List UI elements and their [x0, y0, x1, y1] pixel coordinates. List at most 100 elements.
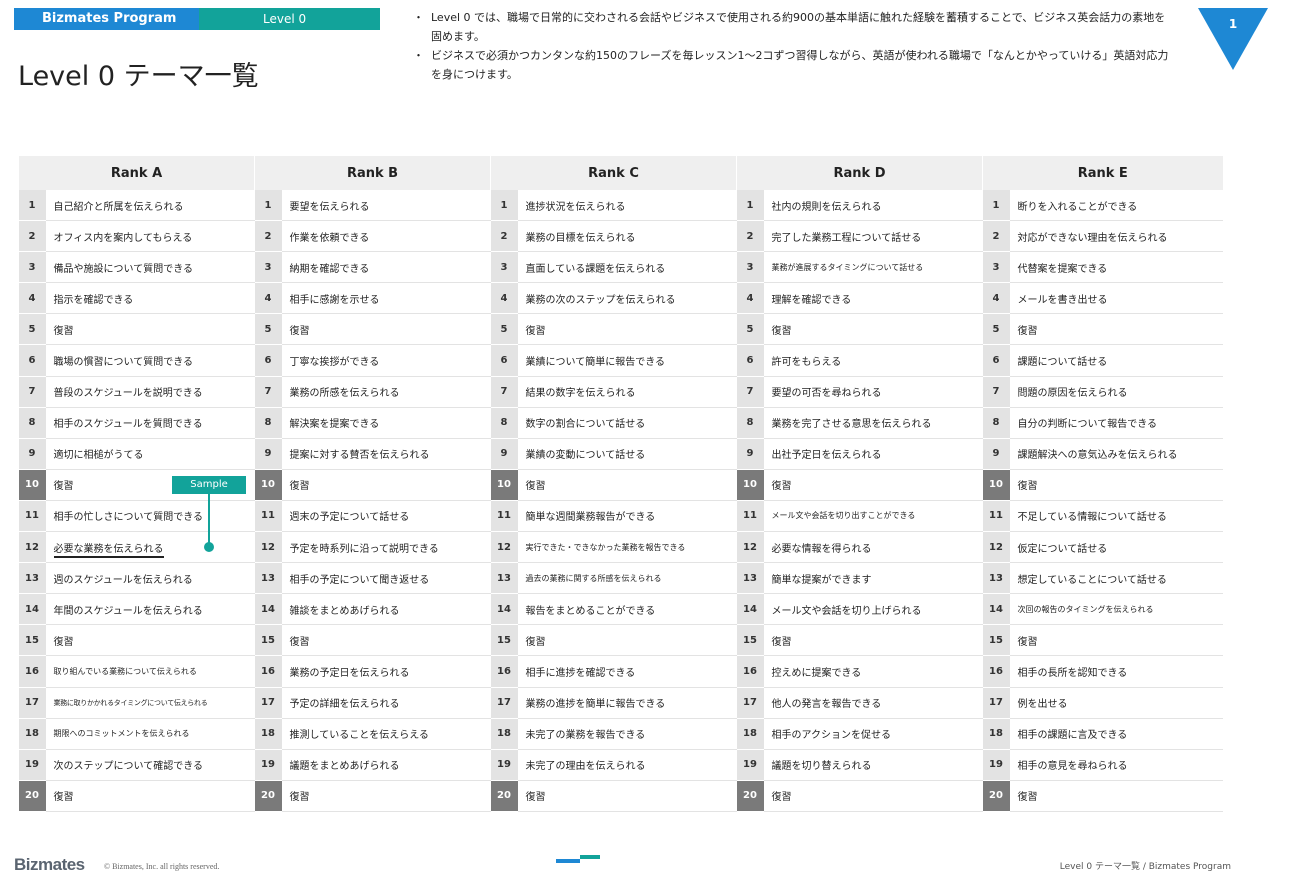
lesson-theme: 結果の数字を伝えられる — [517, 376, 737, 408]
lesson-number: 1 — [736, 190, 764, 222]
lesson-number: 4 — [18, 282, 46, 315]
lesson-number: 19 — [736, 749, 764, 781]
lesson-theme-text: 社内の規則を伝えられる — [771, 201, 882, 213]
lesson-theme-text: 復習 — [289, 636, 310, 648]
lesson-theme: 業務が進展するタイミングについて話せる — [763, 251, 983, 284]
lesson-theme: 課題解決への意気込みを伝えられる — [1009, 438, 1223, 470]
lesson-number: 9 — [490, 438, 518, 470]
program-name: Bizmates Program — [14, 8, 199, 30]
lesson-theme: 復習 — [1009, 313, 1223, 346]
lesson-number: 18 — [254, 718, 282, 750]
lesson-number: 16 — [982, 655, 1010, 688]
lesson-theme-text: 自己紹介と所属を伝えられる — [53, 201, 184, 213]
lesson-theme-text: メール文や会話を切り上げられる — [771, 605, 922, 617]
rank-header: Rank A — [18, 156, 255, 190]
program-badge: Bizmates Program Level 0 — [14, 8, 380, 30]
lesson-theme-text: 復習 — [525, 325, 546, 337]
lesson-theme: 必要な業務を伝えられる — [45, 531, 255, 564]
lesson-number: 14 — [736, 593, 764, 626]
lesson-number: 11 — [736, 500, 764, 533]
lesson-theme: 解決案を提案できる — [281, 407, 491, 439]
lesson-number: 20 — [254, 780, 282, 812]
lesson-number: 3 — [18, 251, 46, 284]
lesson-theme-text: 過去の業務に関する所感を伝えられる — [525, 573, 662, 583]
lesson-number: 14 — [982, 593, 1010, 626]
copyright-text: © Bizmates, Inc. all rights reserved. — [104, 862, 220, 871]
description-text: ビジネスで必須かつカンタンな約150のフレーズを毎レッスン1〜2コずつ習得しなが… — [431, 49, 1169, 81]
lesson-theme: 必要な情報を得られる — [763, 531, 983, 564]
lesson-number: 6 — [490, 344, 518, 377]
lesson-number: 7 — [18, 376, 46, 408]
lesson-theme-text: 週のスケジュールを伝えられる — [53, 574, 193, 586]
lesson-theme: 復習 — [517, 469, 737, 501]
lesson-theme: 業務の次のステップを伝えられる — [517, 282, 737, 315]
lesson-number: 4 — [490, 282, 518, 315]
lesson-number: 6 — [982, 344, 1010, 377]
lesson-theme-text: 必要な業務を伝えられる — [53, 543, 164, 558]
table-row: 15 復習 15 復習 15 復習 15 復習 15 復習 — [18, 624, 1223, 657]
lesson-theme: 控えめに提案できる — [763, 655, 983, 688]
table-row: 4 指示を確認できる 4 相手に感謝を示せる 4 業務の次のステップを伝えられる 4 理解を確… — [18, 282, 1223, 315]
lesson-number: 18 — [736, 718, 764, 750]
lesson-theme-text: 復習 — [525, 792, 546, 804]
lesson-number: 10 — [254, 469, 282, 501]
lesson-theme: 復習 — [517, 313, 737, 346]
lesson-theme-text: 簡単な提案ができます — [771, 574, 872, 586]
lesson-theme: 相手の課題に言及できる — [1009, 718, 1223, 750]
lesson-number: 11 — [490, 500, 518, 533]
lesson-theme-text: 控えめに提案できる — [771, 667, 862, 679]
brand-mark-icon — [556, 855, 600, 863]
lesson-number: 3 — [254, 251, 282, 284]
lesson-theme: 相手に感謝を示せる — [281, 282, 491, 315]
lesson-theme: 週末の予定について話せる — [281, 500, 491, 533]
lesson-number: 10 — [982, 469, 1010, 501]
lesson-number: 8 — [736, 407, 764, 439]
lesson-theme: メール文や会話を切り出すことができる — [763, 500, 983, 533]
lesson-theme-text: 業務が進展するタイミングについて話せる — [771, 262, 924, 272]
lesson-theme-text: 未完了の業務を報告できる — [525, 730, 646, 742]
lesson-theme-text: 復習 — [53, 481, 74, 493]
lesson-theme: 要望の可否を尋ねられる — [763, 376, 983, 408]
lesson-theme-text: 対応ができない理由を伝えられる — [1017, 232, 1168, 244]
lesson-number: 16 — [18, 655, 46, 688]
table-row: 18 期限へのコミットメントを伝えられる 18 推測していることを伝えらえる 18 未完了… — [18, 718, 1223, 750]
lesson-theme: 過去の業務に関する所感を伝えられる — [517, 562, 737, 595]
lesson-number: 18 — [982, 718, 1010, 750]
lesson-theme-text: 復習 — [1017, 481, 1038, 493]
page-number-flag: 1 — [1198, 8, 1268, 70]
lesson-theme: 直面している課題を伝えられる — [517, 251, 737, 284]
lesson-theme: 推測していることを伝えらえる — [281, 718, 491, 750]
lesson-number: 10 — [736, 469, 764, 501]
lesson-theme: 職場の慣習について質問できる — [45, 344, 255, 377]
lesson-theme: 復習 — [281, 313, 491, 346]
level-label: Level 0 — [199, 8, 380, 30]
sample-tag: Sample — [172, 476, 246, 494]
lesson-theme: 作業を依頼できる — [281, 220, 491, 253]
lesson-theme: 数字の割合について話せる — [517, 407, 737, 439]
lesson-theme-text: 週末の予定について話せる — [289, 512, 410, 524]
lesson-theme-text: 実行できた・できなかった業務を報告できる — [525, 542, 686, 552]
lesson-theme-text: 復習 — [771, 636, 792, 648]
lesson-number: 6 — [18, 344, 46, 377]
lesson-theme: 復習 — [763, 469, 983, 501]
lesson-theme-text: 復習 — [525, 481, 546, 493]
lesson-theme: メールを書き出せる — [1009, 282, 1223, 315]
lesson-theme-text: 業務に取りかかれるタイミングについて伝えられる — [53, 698, 208, 707]
table-row: 14 年間のスケジュールを伝えられる 14 雑談をまとめあげられる 14 報告をまとめるこ… — [18, 593, 1223, 626]
lesson-theme: 備品や施設について質問できる — [45, 251, 255, 284]
lesson-theme-text: 他人の発言を報告できる — [771, 699, 882, 711]
lesson-number: 12 — [982, 531, 1010, 564]
table-row: 12 必要な業務を伝えられる 12 予定を時系列に沿って説明できる 12 実行できた・でき… — [18, 531, 1223, 564]
lesson-number: 19 — [490, 749, 518, 781]
lesson-theme: 復習 — [763, 313, 983, 346]
lesson-theme-text: 相手に感謝を示せる — [289, 294, 380, 306]
lesson-number: 12 — [490, 531, 518, 564]
lesson-number: 13 — [490, 562, 518, 595]
lesson-theme: 指示を確認できる — [45, 282, 255, 315]
lesson-number: 8 — [982, 407, 1010, 439]
lesson-theme: メール文や会話を切り上げられる — [763, 593, 983, 626]
lesson-theme-text: 相手の予定について聞き返せる — [289, 574, 430, 586]
description-text: Level 0 では、職場で日常的に交わされる会話やビジネスで使用される約900… — [431, 11, 1166, 43]
lesson-theme-text: 次回の報告のタイミングを伝えられる — [1017, 604, 1154, 614]
lesson-number: 7 — [982, 376, 1010, 408]
